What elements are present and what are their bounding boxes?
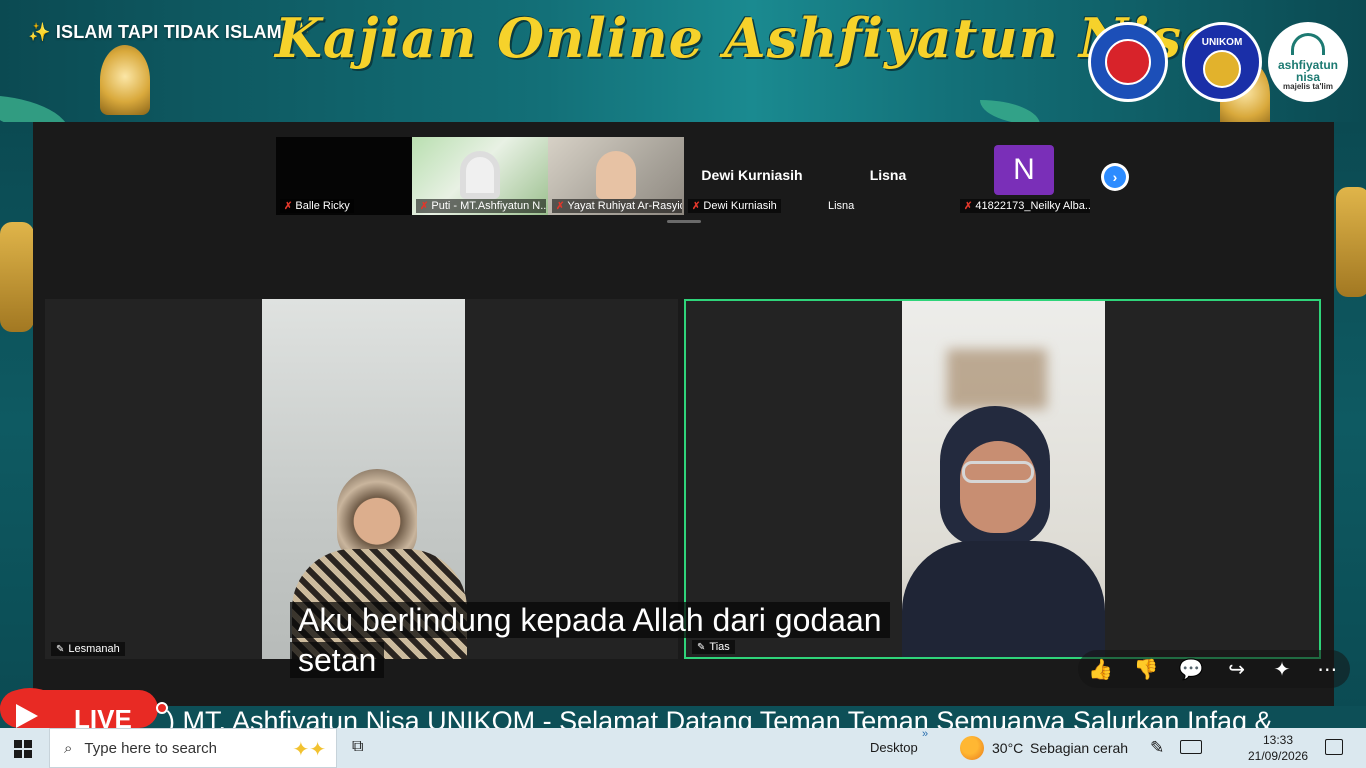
play-icon bbox=[16, 704, 38, 728]
unikom-logo: UNIKOM bbox=[1182, 22, 1262, 102]
lantern-decoration bbox=[1336, 187, 1366, 297]
participant-video bbox=[596, 151, 636, 199]
person-face bbox=[960, 441, 1036, 533]
task-view-icon[interactable]: ⧉ bbox=[352, 738, 363, 756]
caption-line: Aku berlindung kepada Allah dari godaan bbox=[290, 602, 890, 638]
participant-label: ✗ Puti - MT.Ashfiyatun N... bbox=[416, 199, 546, 213]
person-body bbox=[902, 541, 1105, 657]
participant-thumb[interactable]: ✗ Yayat Ruhiyat Ar-Rasyid bbox=[548, 137, 684, 215]
ashf-logo-name: ashfiyatun nisa bbox=[1277, 58, 1338, 84]
mosque-icon bbox=[1291, 33, 1325, 55]
windows-taskbar: ⌕ Type here to search ✦✦ ⧉ Desktop » 30°… bbox=[0, 728, 1366, 768]
channel-title-text: ISLAM TAPI TIDAK ISLAM bbox=[55, 22, 282, 42]
dislike-icon: 👎 bbox=[1133, 658, 1159, 681]
participant-name: Balle Ricky bbox=[295, 200, 350, 212]
clock-date: 21/09/2026 bbox=[1248, 749, 1309, 763]
tile-name-label: ✎ Lesmanah bbox=[51, 642, 125, 656]
mic-off-icon: ✗ bbox=[692, 200, 701, 212]
like-icon: 👍 bbox=[1088, 658, 1114, 681]
participant-name: Dewi Kurniasih bbox=[703, 200, 777, 212]
notification-icon[interactable] bbox=[1325, 739, 1343, 755]
ashf-logo-sub: majelis ta'lim bbox=[1283, 82, 1333, 91]
ticker-text: ) MT. Ashfiyatun Nisa UNIKOM - Selamat D… bbox=[166, 706, 1273, 728]
search-icon: ⌕ bbox=[64, 739, 73, 757]
leaf-decoration bbox=[980, 100, 1040, 122]
start-button[interactable] bbox=[14, 740, 32, 758]
next-participants-button[interactable]: › bbox=[1101, 163, 1129, 191]
clock-time: 13:33 bbox=[1262, 733, 1294, 747]
like-button[interactable]: 👍 bbox=[1084, 657, 1118, 682]
yipt-emblem bbox=[1105, 39, 1151, 85]
participant-thumb[interactable]: N ✗ 41822173_Neilky Alba... bbox=[956, 137, 1092, 215]
taskbar-search[interactable]: ⌕ Type here to search ✦✦ bbox=[49, 728, 337, 768]
page-indicator bbox=[667, 220, 701, 223]
search-placeholder: Type here to search bbox=[84, 739, 217, 757]
keyboard-icon[interactable] bbox=[1180, 740, 1202, 754]
share-icon: ↪ bbox=[1228, 658, 1246, 681]
mic-off-icon: ✗ bbox=[556, 200, 565, 212]
pen-icon[interactable]: ✎ bbox=[1150, 738, 1164, 758]
comment-button[interactable]: 💬 bbox=[1174, 657, 1208, 682]
participant-strip: ✗ Balle Ricky ✗ Puti - MT.Ashfiyatun N... … bbox=[276, 137, 1092, 215]
channel-title: ✨ ISLAM TAPI TIDAK ISLAM ✨ bbox=[28, 22, 310, 43]
participant-name: Lisna bbox=[828, 200, 855, 212]
more-icon: ⋯ bbox=[1317, 658, 1338, 681]
mic-off-icon: ✗ bbox=[964, 200, 973, 212]
participant-video bbox=[460, 151, 500, 199]
dislike-button[interactable]: 👎 bbox=[1129, 657, 1163, 682]
live-ticker: ) MT. Ashfiyatun Nisa UNIKOM - Selamat D… bbox=[0, 706, 1366, 728]
weather-icon[interactable] bbox=[960, 736, 984, 760]
ashfiyatun-nisa-logo: ashfiyatun nisa majelis ta'lim bbox=[1268, 22, 1348, 102]
participant-thumb[interactable]: Lisna Lisna bbox=[820, 137, 956, 215]
participant-name: Lesmanah bbox=[68, 643, 120, 655]
chevron-icon[interactable]: » bbox=[922, 728, 928, 740]
sparkle-icon: ✨ bbox=[28, 22, 51, 42]
temperature[interactable]: 30°C bbox=[992, 740, 1023, 756]
desktop-toolbar[interactable]: Desktop bbox=[870, 740, 918, 755]
stream-banner: ✨ ISLAM TAPI TIDAK ISLAM ✨ Kajian Online… bbox=[0, 0, 1366, 122]
lantern-decoration bbox=[100, 45, 150, 115]
right-side-decoration bbox=[1334, 122, 1366, 726]
unikom-logo-text: UNIKOM bbox=[1201, 36, 1243, 48]
lantern-decoration bbox=[0, 222, 34, 332]
participant-video bbox=[902, 301, 1105, 657]
more-button[interactable]: ⋯ bbox=[1310, 657, 1344, 682]
pin-icon: ✎ bbox=[56, 643, 65, 655]
yipt-logo bbox=[1088, 22, 1168, 102]
participant-thumb[interactable]: ✗ Balle Ricky bbox=[276, 137, 412, 215]
participant-center-name: Lisna bbox=[869, 167, 907, 183]
search-highlight-icon: ✦✦ bbox=[292, 739, 326, 761]
participant-label: ✗ 41822173_Neilky Alba... bbox=[960, 199, 1090, 213]
participant-center-name: Dewi Kurniasih bbox=[701, 167, 803, 183]
unikom-emblem bbox=[1203, 49, 1241, 88]
sparkle-icon: ✦ bbox=[1273, 658, 1291, 681]
participant-avatar: N bbox=[994, 145, 1054, 195]
system-clock[interactable]: 13:33 21/09/2026 bbox=[1248, 732, 1308, 764]
leaf-decoration bbox=[0, 95, 70, 122]
participant-thumb[interactable]: Dewi Kurniasih ✗ Dewi Kurniasih bbox=[684, 137, 820, 215]
comment-icon: 💬 bbox=[1178, 658, 1204, 681]
share-button[interactable]: ↪ bbox=[1220, 657, 1254, 682]
event-title: Kajian Online Ashfiyatun Nisa bbox=[275, 6, 1218, 70]
caption-line: setan bbox=[290, 642, 385, 678]
participant-label: ✗ Dewi Kurniasih bbox=[688, 199, 781, 213]
glasses bbox=[962, 461, 1034, 483]
closed-caption: Aku berlindung kepada Allah dari godaan … bbox=[290, 600, 930, 680]
participant-label: Lisna bbox=[824, 199, 858, 213]
chevron-right-icon: › bbox=[1104, 166, 1126, 188]
participant-label: ✗ Balle Ricky bbox=[280, 199, 354, 213]
mic-off-icon: ✗ bbox=[420, 200, 429, 212]
left-side-decoration bbox=[0, 122, 34, 726]
live-dot bbox=[156, 702, 168, 714]
video-action-bar: 👍 👎 💬 ↪ ✦ ⋯ bbox=[1078, 650, 1350, 688]
participant-label: ✗ Yayat Ruhiyat Ar-Rasyid bbox=[552, 199, 682, 213]
wall-frame bbox=[947, 349, 1047, 409]
ask-ai-button[interactable]: ✦ bbox=[1265, 657, 1299, 682]
weather-text[interactable]: Sebagian cerah bbox=[1030, 740, 1128, 756]
mic-off-icon: ✗ bbox=[284, 200, 293, 212]
participant-name: 41822173_Neilky Alba... bbox=[975, 200, 1090, 212]
participant-name: Puti - MT.Ashfiyatun N... bbox=[431, 200, 546, 212]
participant-name: Yayat Ruhiyat Ar-Rasyid bbox=[567, 200, 682, 212]
participant-thumb[interactable]: ✗ Puti - MT.Ashfiyatun N... bbox=[412, 137, 548, 215]
